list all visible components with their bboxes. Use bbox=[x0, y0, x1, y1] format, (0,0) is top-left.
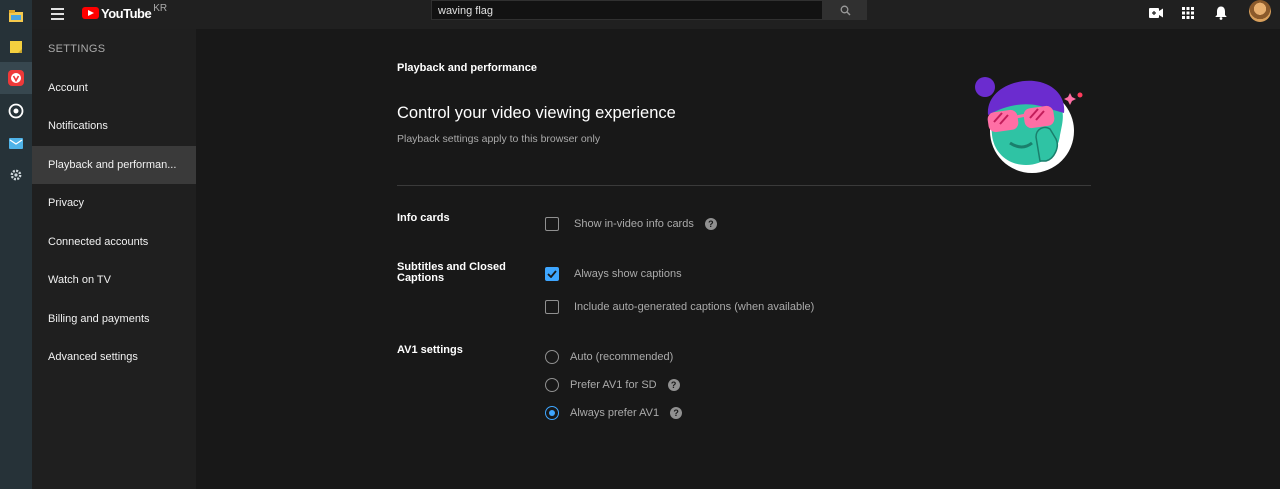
sidebar-item-notifications[interactable]: Notifications bbox=[32, 107, 196, 145]
notifications-bell-icon[interactable] bbox=[1211, 3, 1231, 23]
apps-grid-icon[interactable] bbox=[1178, 3, 1198, 23]
search-icon bbox=[840, 5, 850, 15]
av1-settings-label: AV1 settings bbox=[397, 344, 463, 356]
settings-sidebar: SETTINGS Account Notifications Playback … bbox=[32, 29, 196, 489]
av1-prefer-sd-option[interactable]: Prefer AV1 for SD ? bbox=[545, 376, 680, 394]
help-icon[interactable]: ? bbox=[670, 407, 683, 419]
help-icon[interactable]: ? bbox=[667, 379, 680, 391]
os-launcher-bar bbox=[0, 0, 32, 489]
sidebar-item-playback[interactable]: Playback and performan... bbox=[32, 146, 196, 184]
top-header: YouTube KR bbox=[32, 0, 1280, 29]
always-show-captions-checkbox[interactable] bbox=[545, 267, 559, 281]
avatar[interactable] bbox=[1249, 0, 1271, 22]
sidebar-item-watch-on-tv[interactable]: Watch on TV bbox=[32, 261, 196, 299]
av1-auto-option[interactable]: Auto (recommended) bbox=[545, 348, 673, 366]
auto-generated-captions-label: Include auto-generated captions (when av… bbox=[574, 301, 815, 313]
logo-text: YouTube bbox=[101, 5, 152, 21]
av1-always-label: Always prefer AV1 bbox=[570, 407, 660, 419]
gear-icon[interactable] bbox=[0, 159, 32, 191]
sidebar-item-advanced[interactable]: Advanced settings bbox=[32, 338, 196, 376]
search-input[interactable] bbox=[432, 2, 822, 20]
help-icon[interactable]: ? bbox=[704, 218, 717, 230]
section-label: Playback and performance bbox=[397, 62, 538, 74]
sidebar-item-billing[interactable]: Billing and payments bbox=[32, 300, 196, 338]
always-show-captions-option[interactable]: Always show captions bbox=[545, 265, 682, 283]
av1-auto-radio[interactable] bbox=[545, 350, 559, 364]
youtube-logo[interactable]: YouTube KR bbox=[82, 2, 167, 24]
vivaldi-icon[interactable] bbox=[0, 62, 32, 94]
logo-region: KR bbox=[153, 2, 168, 14]
info-cards-option-label: Show in-video info cards bbox=[574, 218, 694, 230]
always-show-captions-label: Always show captions bbox=[574, 268, 682, 280]
av1-prefer-sd-label: Prefer AV1 for SD bbox=[570, 379, 657, 391]
create-video-icon[interactable] bbox=[1146, 3, 1166, 23]
info-cards-option[interactable]: Show in-video info cards ? bbox=[545, 215, 717, 233]
av1-always-option[interactable]: Always prefer AV1 ? bbox=[545, 404, 683, 422]
sidebar-item-account[interactable]: Account bbox=[32, 69, 196, 107]
info-cards-label: Info cards bbox=[397, 212, 450, 224]
sidebar-item-privacy[interactable]: Privacy bbox=[32, 184, 196, 222]
auto-generated-captions-option[interactable]: Include auto-generated captions (when av… bbox=[545, 298, 814, 316]
divider bbox=[397, 185, 1091, 186]
mail-icon[interactable] bbox=[0, 127, 32, 159]
av1-always-radio[interactable] bbox=[545, 406, 559, 420]
captions-label: Subtitles and Closed Captions bbox=[397, 261, 506, 284]
auto-generated-captions-checkbox[interactable] bbox=[545, 300, 559, 314]
settings-title: SETTINGS bbox=[48, 43, 106, 55]
search-button[interactable] bbox=[823, 0, 867, 20]
notes-icon[interactable] bbox=[0, 31, 32, 63]
page-subtitle: Playback settings apply to this browser … bbox=[397, 133, 601, 145]
checkmark-icon bbox=[547, 270, 557, 278]
settings-content: Playback and performance Control your vi… bbox=[196, 29, 1280, 489]
page-title: Control your video viewing experience bbox=[397, 104, 676, 122]
av1-auto-label: Auto (recommended) bbox=[570, 351, 674, 363]
hamburger-menu-icon[interactable] bbox=[48, 4, 68, 24]
info-cards-checkbox[interactable] bbox=[545, 217, 559, 231]
av1-prefer-sd-radio[interactable] bbox=[545, 378, 559, 392]
sidebar-item-connected-accounts[interactable]: Connected accounts bbox=[32, 223, 196, 261]
play-icon bbox=[82, 7, 99, 19]
search-box bbox=[431, 0, 823, 20]
folder-icon[interactable] bbox=[0, 0, 32, 32]
sunglasses-character-illustration bbox=[975, 77, 1083, 173]
target-icon[interactable] bbox=[0, 95, 32, 127]
